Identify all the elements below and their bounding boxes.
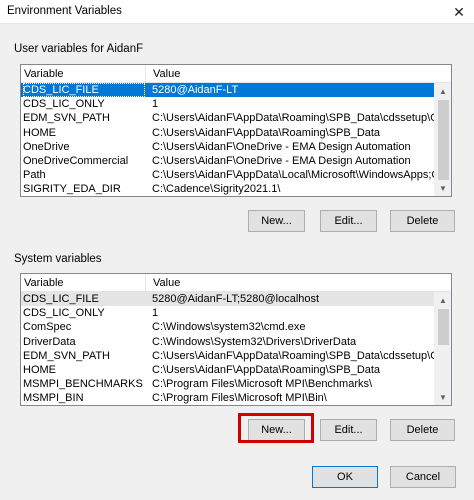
- title-bar: Environment Variables ✕: [0, 0, 474, 24]
- close-icon[interactable]: ✕: [444, 0, 474, 24]
- variable-value: C:\Program Files\Microsoft MPI\Bin\: [152, 392, 327, 405]
- value-column-header[interactable]: Value: [153, 68, 180, 80]
- variable-value: 5280@AidanF-LT;5280@localhost: [152, 293, 320, 305]
- variable-name: OneDriveCommercial: [23, 154, 129, 167]
- variable-value: 1: [152, 307, 159, 320]
- variable-name: DriverData: [23, 335, 76, 348]
- table-row[interactable]: MSMPI_BIN C:\Program Files\Microsoft MPI\…: [21, 391, 451, 405]
- variable-name: ComSpec: [23, 321, 72, 334]
- variable-name: Path: [23, 169, 46, 182]
- user-list-header: Variable Value: [21, 65, 451, 83]
- variable-name: CDS_LIC_FILE: [23, 83, 145, 97]
- scroll-up-icon[interactable]: ▲: [435, 83, 451, 100]
- user-new-button[interactable]: New...: [248, 210, 305, 232]
- ok-button[interactable]: OK: [312, 466, 378, 488]
- variable-column-header[interactable]: Variable: [24, 68, 64, 80]
- table-row[interactable]: OneDrive C:\Users\AidanF\OneDrive - EMA D…: [21, 140, 451, 154]
- table-row[interactable]: SIGRITY_EDA_DIR C:\Cadence\Sigrity2021.1\: [21, 182, 451, 196]
- variable-value: C:\Users\AidanF\AppData\Roaming\SPB_Data: [152, 126, 381, 139]
- variable-name: EDM_SVN_PATH: [23, 349, 111, 362]
- variable-column-header[interactable]: Variable: [24, 277, 64, 289]
- variable-value: 1: [152, 98, 159, 111]
- user-list-scrollbar[interactable]: ▲ ▼: [434, 83, 451, 196]
- variable-name: MSMPI_BIN: [23, 392, 84, 405]
- variable-name: CDS_LIC_ONLY: [23, 307, 105, 320]
- table-row[interactable]: CDS_LIC_FILE 5280@AidanF-LT;5280@localhos…: [21, 292, 451, 307]
- table-row[interactable]: Path C:\Users\AidanF\AppData\Local\Micros…: [21, 168, 451, 182]
- variable-value: C:\Users\AidanF\AppData\Roaming\SPB_Data: [152, 363, 381, 376]
- table-row[interactable]: DriverData C:\Windows\System32\Drivers\Dr…: [21, 335, 451, 349]
- table-row[interactable]: HOME C:\Users\AidanF\AppData\Roaming\SPB_…: [21, 126, 451, 140]
- variable-value: C:\Users\AidanF\OneDrive - EMA Design Au…: [152, 154, 411, 167]
- window-title: Environment Variables: [7, 5, 122, 17]
- variable-name: MSMPI_BENCHMARKS: [23, 378, 143, 391]
- scroll-thumb[interactable]: [438, 309, 449, 345]
- table-row[interactable]: MSMPI_BENCHMARKS C:\Program Files\Microso…: [21, 377, 451, 391]
- variable-name: SIGRITY_EDA_DIR: [23, 183, 121, 196]
- scroll-up-icon[interactable]: ▲: [435, 292, 451, 309]
- variable-name: HOME: [23, 363, 56, 376]
- scroll-down-icon[interactable]: ▼: [435, 389, 451, 405]
- table-row[interactable]: ComSpec C:\Windows\system32\cmd.exe: [21, 320, 451, 334]
- variable-name: HOME: [23, 126, 56, 139]
- user-edit-button[interactable]: Edit...: [320, 210, 377, 232]
- user-variables-list[interactable]: Variable Value CDS_LIC_FILE 5280@AidanF-L…: [20, 64, 452, 197]
- variable-value: C:\Users\AidanF\OneDrive - EMA Design Au…: [152, 140, 411, 153]
- column-separator[interactable]: [145, 274, 146, 292]
- variable-value: C:\Program Files\Microsoft MPI\Benchmark…: [152, 378, 373, 391]
- user-rows: CDS_LIC_FILE 5280@AidanF-LT CDS_LIC_ONLY 1 E…: [21, 83, 451, 196]
- variable-name: CDS_LIC_FILE: [23, 293, 99, 305]
- user-delete-button[interactable]: Delete: [390, 210, 455, 232]
- system-list-header: Variable Value: [21, 274, 451, 292]
- cancel-button[interactable]: Cancel: [390, 466, 456, 488]
- system-delete-button[interactable]: Delete: [390, 419, 455, 441]
- user-variables-label: User variables for AidanF: [14, 43, 144, 55]
- system-edit-button[interactable]: Edit...: [320, 419, 377, 441]
- table-row[interactable]: CDS_LIC_ONLY 1: [21, 97, 451, 111]
- value-column-header[interactable]: Value: [153, 277, 180, 289]
- table-row[interactable]: OneDriveCommercial C:\Users\AidanF\OneDri…: [21, 154, 451, 168]
- scroll-down-icon[interactable]: ▼: [435, 180, 451, 196]
- scroll-thumb[interactable]: [438, 100, 449, 180]
- variable-value: C:\Windows\System32\Drivers\DriverData: [152, 335, 357, 348]
- variable-value: 5280@AidanF-LT: [152, 84, 239, 96]
- variable-name: CDS_LIC_ONLY: [23, 98, 105, 111]
- variable-value: C:\Cadence\Sigrity2021.1\: [152, 183, 281, 196]
- variable-value: C:\Users\AidanF\AppData\Local\Microsoft\…: [152, 169, 434, 182]
- table-row[interactable]: HOME C:\Users\AidanF\AppData\Roaming\SPB_…: [21, 363, 451, 377]
- table-row[interactable]: CDS_LIC_ONLY 1: [21, 306, 451, 320]
- table-row[interactable]: CDS_LIC_FILE 5280@AidanF-LT: [21, 83, 451, 98]
- variable-value: C:\Users\AidanF\AppData\Roaming\SPB_Data…: [152, 112, 434, 125]
- variable-value: C:\Windows\system32\cmd.exe: [152, 321, 306, 334]
- column-separator[interactable]: [145, 65, 146, 83]
- variable-name: OneDrive: [23, 140, 70, 153]
- system-variables-label: System variables: [14, 253, 102, 265]
- variable-value: C:\Users\AidanF\AppData\Roaming\SPB_Data…: [152, 349, 434, 362]
- table-row[interactable]: EDM_SVN_PATH C:\Users\AidanF\AppData\Roam…: [21, 349, 451, 363]
- table-row[interactable]: EDM_SVN_PATH C:\Users\AidanF\AppData\Roam…: [21, 111, 451, 125]
- system-variables-list[interactable]: Variable Value CDS_LIC_FILE 5280@AidanF-L…: [20, 273, 452, 406]
- variable-name: EDM_SVN_PATH: [23, 112, 111, 125]
- system-rows: CDS_LIC_FILE 5280@AidanF-LT;5280@localhos…: [21, 292, 451, 405]
- highlight-box: [238, 413, 314, 443]
- system-list-scrollbar[interactable]: ▲ ▼: [434, 292, 451, 405]
